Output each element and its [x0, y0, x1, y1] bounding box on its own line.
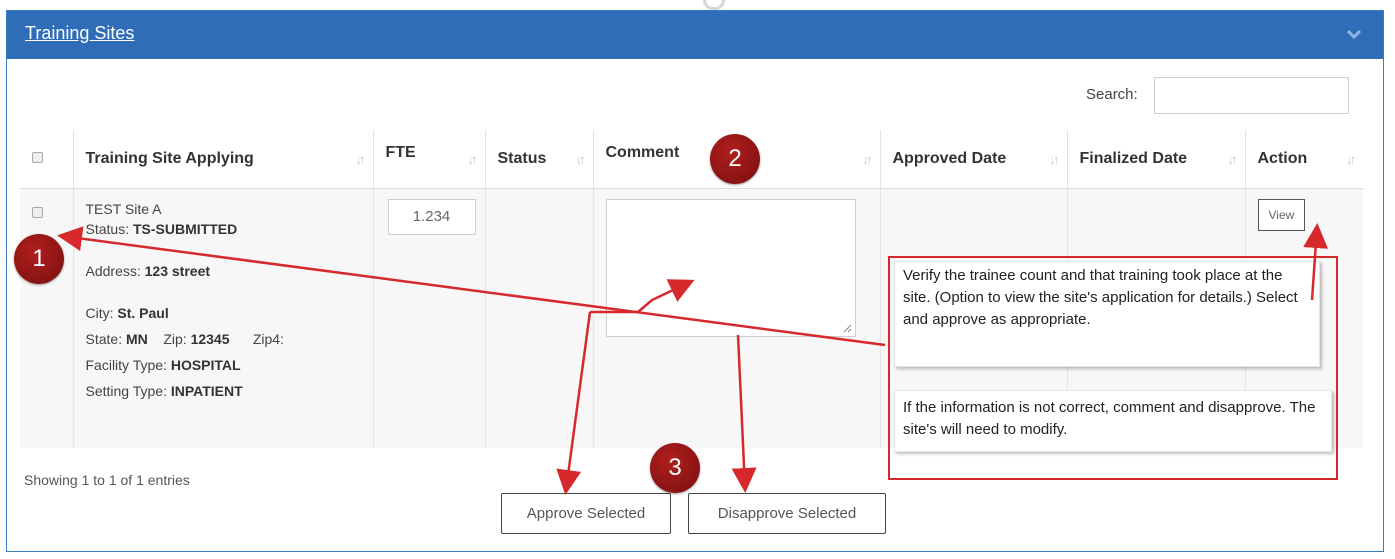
zip-label: Zip:	[163, 330, 187, 347]
site-status: Status: TS-SUBMITTED	[86, 219, 361, 239]
column-header-label: Action	[1257, 149, 1308, 167]
sort-icon: ↓↑	[862, 152, 873, 167]
state-value: MN	[125, 330, 148, 347]
setting-value: INPATIENT	[170, 382, 243, 399]
column-header-label: Training Site Applying	[85, 149, 254, 167]
status-cell	[484, 188, 593, 448]
panel-drag-handle	[703, 0, 725, 10]
comment-cell	[592, 188, 880, 448]
row-checkbox[interactable]	[32, 206, 43, 218]
select-all-header[interactable]	[20, 130, 73, 189]
column-header-label: FTE	[385, 144, 416, 161]
sort-icon: ↓↑	[355, 152, 366, 167]
site-facility: Facility Type: HOSPITAL	[86, 355, 361, 375]
city-value: St. Paul	[117, 304, 169, 321]
sort-icon: ↓↑	[1346, 152, 1356, 167]
sort-icon: ↓↑	[467, 152, 478, 167]
fte-cell: 1.234	[372, 188, 485, 448]
site-info-cell: TEST Site A Status: TS-SUBMITTED Address…	[72, 188, 373, 448]
column-header-label: Finalized Date	[1079, 149, 1188, 167]
panel-header: Training Sites	[7, 11, 1383, 59]
pagination-info: Showing 1 to 1 of 1 entries	[24, 472, 190, 488]
fte-input[interactable]: 1.234	[387, 198, 476, 235]
step-badge-1: 1	[14, 234, 64, 284]
table-header-row: Training Site Applying ↓↑ FTE ↓↑ Status ↓↑ …	[20, 130, 1363, 189]
row-select-cell	[20, 188, 73, 448]
sort-icon: ↓↑	[1049, 152, 1060, 167]
annotation-callout: Verify the trainee count and that traini…	[888, 256, 1338, 480]
site-state-zip: State: MN Zip: 12345 Zip4:	[86, 329, 361, 349]
sort-icon: ↓↑	[575, 152, 586, 167]
site-name: TEST Site A	[85, 200, 162, 217]
site-setting: Setting Type: INPATIENT	[86, 381, 361, 401]
column-header-approved-date[interactable]: Approved Date ↓↑	[879, 130, 1067, 189]
setting-label: Setting Type:	[85, 382, 167, 399]
facility-value: HOSPITAL	[170, 356, 241, 373]
approve-selected-button[interactable]: Approve Selected	[501, 493, 671, 534]
comment-textarea[interactable]	[605, 198, 856, 337]
address-label: Address:	[85, 262, 141, 279]
zip-value: 12345	[190, 330, 230, 347]
column-header-fte[interactable]: FTE ↓↑	[372, 130, 485, 189]
search-label: Search:	[1086, 86, 1138, 103]
column-header-action[interactable]: Action ↓↑	[1244, 130, 1363, 189]
step-badge-2: 2	[710, 134, 760, 184]
status-value: TS-SUBMITTED	[132, 220, 238, 237]
column-header-label: Approved Date	[892, 149, 1007, 167]
zip4-label: Zip4:	[252, 330, 284, 347]
resize-grip-icon[interactable]	[842, 323, 852, 333]
state-label: State:	[85, 330, 123, 347]
callout-text-disapprove: If the information is not correct, comme…	[894, 390, 1332, 452]
chevron-down-icon[interactable]	[1345, 25, 1363, 43]
panel-title[interactable]: Training Sites	[25, 23, 134, 44]
site-address: Address: 123 street	[86, 261, 361, 281]
column-header-status[interactable]: Status ↓↑	[484, 130, 593, 189]
select-all-checkbox[interactable]	[32, 151, 43, 163]
view-button[interactable]: View	[1257, 198, 1306, 231]
sort-icon: ↓↑	[1227, 152, 1238, 167]
disapprove-selected-button[interactable]: Disapprove Selected	[688, 493, 886, 534]
column-header-site[interactable]: Training Site Applying ↓↑	[72, 130, 373, 189]
callout-text-approve: Verify the trainee count and that traini…	[894, 261, 1320, 367]
address-value: 123 street	[144, 262, 211, 279]
site-city: City: St. Paul	[86, 303, 361, 323]
step-badge-3: 3	[650, 443, 700, 493]
status-label: Status:	[85, 220, 130, 237]
search-input[interactable]	[1154, 77, 1349, 114]
column-header-label: Comment	[605, 144, 680, 161]
city-label: City:	[85, 304, 114, 321]
column-header-label: Status	[497, 149, 547, 167]
column-header-finalized-date[interactable]: Finalized Date ↓↑	[1066, 130, 1245, 189]
facility-label: Facility Type:	[85, 356, 167, 373]
